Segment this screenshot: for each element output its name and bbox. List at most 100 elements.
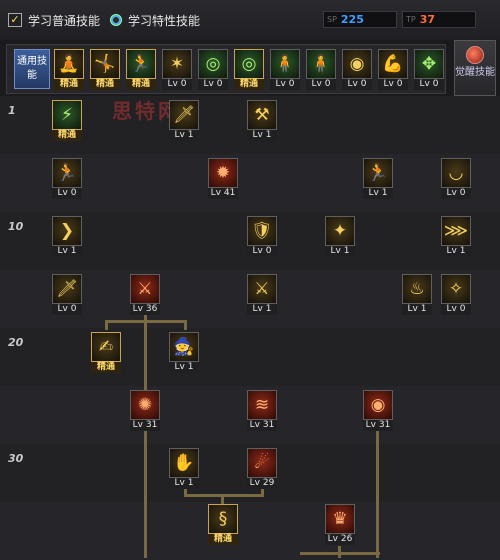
tp-counter: TP 37 [402,11,476,28]
skill-level-label: Lv 0 [342,79,372,90]
skill-icon: ◎ [198,49,228,79]
tree-skill-3[interactable]: 🏃 Lv 0 [52,158,82,199]
skill-icon: ✥ [414,49,444,79]
skill-level-label: Lv 41 [208,188,238,199]
skill-level-label: Lv 0 [306,79,336,90]
skill-level-label: 精通 [91,362,121,373]
tree-row [0,502,500,560]
skill-level-label: Lv 31 [247,420,277,431]
tree-skill-9[interactable]: ✦ Lv 1 [325,216,355,257]
skill-icon: ⚔ [247,274,277,304]
skill-level-label: Lv 31 [363,420,393,431]
tree-skill-2[interactable]: ⚒ Lv 1 [247,100,277,141]
sp-value: 225 [340,13,364,26]
tree-skill-22[interactable]: ☄ Lv 29 [247,448,277,489]
tree-skill-16[interactable]: ✍ 精通 [91,332,121,373]
skill-level-label: Lv 1 [441,246,471,257]
toolbar-skill-1[interactable]: 🤸 精通 [90,49,120,90]
tree-connector [221,494,224,504]
skill-icon: 🛡 [247,216,277,246]
tab-common-skills[interactable]: ✓ 学习普通技能 [8,11,100,29]
skill-level-label: Lv 0 [162,79,192,90]
tree-skill-12[interactable]: ⚔ Lv 36 [130,274,160,315]
skill-level-label: Lv 0 [52,304,82,315]
tree-skill-15[interactable]: ✧ Lv 0 [441,274,471,315]
skill-icon: ✋ [169,448,199,478]
skill-level-label: 精通 [52,130,82,141]
skill-icon: ♛ [325,504,355,534]
checkbox-icon: ✓ [8,13,22,27]
common-skill-toolbar: 通用技能 🧘 精通 🤸 精通 🏃 精通 ✶ Lv 0 ◎ Lv 0 ◎ 精通 🧍 Lv 0 🧍 Lv 0 ◉ Lv… [6,44,446,94]
tree-skill-21[interactable]: ✋ Lv 1 [169,448,199,489]
skill-level-label: 精通 [208,534,238,545]
skill-level-label: 精通 [90,79,120,90]
skill-level-label: Lv 29 [247,478,277,489]
toolbar-skill-5[interactable]: ◎ 精通 [234,49,264,90]
skill-icon: ☄ [247,448,277,478]
tree-skill-6[interactable]: ◡ Lv 0 [441,158,471,199]
tree-skill-20[interactable]: ◉ Lv 31 [363,390,393,431]
toolbar-skill-3[interactable]: ✶ Lv 0 [162,49,192,90]
skill-level-label: Lv 26 [325,534,355,545]
skill-icon: 🧙 [169,332,199,362]
skill-level-label: Lv 36 [130,304,160,315]
skill-icon: ✍ [91,332,121,362]
header-bar: ✓ 学习普通技能 学习特性技能 SP 225 TP 37 [0,0,500,40]
toolbar-skill-10[interactable]: ✥ Lv 0 [414,49,444,90]
toolbar-skill-2[interactable]: 🏃 精通 [126,49,156,90]
tree-skill-13[interactable]: ⚔ Lv 1 [247,274,277,315]
skill-level-label: Lv 0 [52,188,82,199]
awaken-orb-icon [466,46,484,64]
skill-level-label: Lv 1 [402,304,432,315]
tree-skill-7[interactable]: ❯ Lv 1 [52,216,82,257]
skill-icon: ⚡ [52,100,82,130]
tree-skill-11[interactable]: 🗡 Lv 0 [52,274,82,315]
toolbar-skill-9[interactable]: 💪 Lv 0 [378,49,408,90]
skill-icon: ❯ [52,216,82,246]
awaken-skills-label: 觉醒技能 [455,67,495,78]
tree-skill-23[interactable]: § 精通 [208,504,238,545]
toolbar-skill-0[interactable]: 🧘 精通 [54,49,84,90]
tree-skill-24[interactable]: ♛ Lv 26 [325,504,355,545]
skill-level-label: Lv 0 [247,246,277,257]
tree-skill-1[interactable]: 🗡 Lv 1 [169,100,199,141]
skill-icon: ⚔ [130,274,160,304]
tree-connector [376,430,379,558]
skill-level-label: Lv 0 [441,188,471,199]
toolbar-skill-7[interactable]: 🧍 Lv 0 [306,49,336,90]
tp-label: TP [406,15,416,24]
skill-level-label: 精通 [126,79,156,90]
skill-icon: ✺ [130,390,160,420]
tp-value: 37 [419,13,436,26]
skill-level-label: Lv 1 [169,130,199,141]
sp-label: SP [327,15,337,24]
tree-skill-17[interactable]: 🧙 Lv 1 [169,332,199,373]
skill-icon: ✧ [441,274,471,304]
tree-skill-19[interactable]: ≋ Lv 31 [247,390,277,431]
tree-skill-14[interactable]: ♨ Lv 1 [402,274,432,315]
tree-skill-18[interactable]: ✺ Lv 31 [130,390,160,431]
awaken-skills-button[interactable]: 觉醒技能 [454,40,496,96]
tree-connector [261,488,264,496]
common-skills-button[interactable]: 通用技能 [14,49,50,89]
row-level-10: 10 [8,220,24,233]
tree-skill-8[interactable]: 🛡 Lv 0 [247,216,277,257]
skill-icon: 🧍 [270,49,300,79]
skill-level-label: Lv 1 [247,130,277,141]
tree-skill-10[interactable]: ⋙ Lv 1 [441,216,471,257]
tree-row [0,328,500,386]
skill-level-label: Lv 1 [325,246,355,257]
toolbar-skill-8[interactable]: ◉ Lv 0 [342,49,372,90]
tree-skill-0[interactable]: ⚡ 精通 [52,100,82,141]
skill-icon: ✶ [162,49,192,79]
tree-skill-5[interactable]: 🏃 Lv 1 [363,158,393,199]
tree-skill-4[interactable]: ✹ Lv 41 [208,158,238,199]
skill-icon: 🗡 [169,100,199,130]
skill-icon: 🧘 [54,49,84,79]
skill-level-label: Lv 1 [247,304,277,315]
skill-icon: 🏃 [363,158,393,188]
toolbar-skill-6[interactable]: 🧍 Lv 0 [270,49,300,90]
tab-trait-skills[interactable]: 学习特性技能 [110,11,200,29]
toolbar-skill-4[interactable]: ◎ Lv 0 [198,49,228,90]
skill-icon: ◉ [342,49,372,79]
